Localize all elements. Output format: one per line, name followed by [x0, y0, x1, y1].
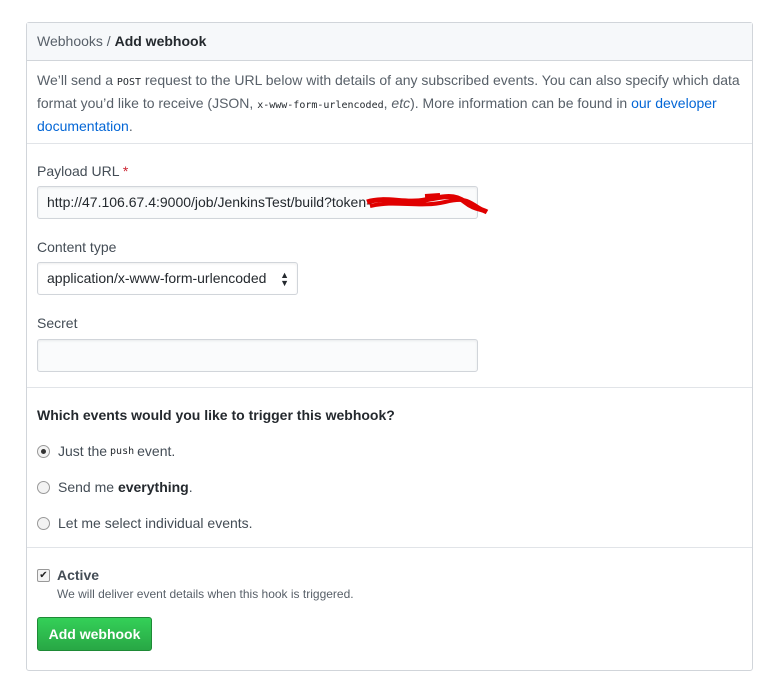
radio-push-event[interactable]: Just the push event.	[37, 443, 175, 459]
webhook-form-panel: Webhooks / Add webhook We’ll send a POST…	[26, 22, 753, 671]
intro-text: We’ll send a POST request to the URL bel…	[37, 72, 740, 134]
active-checkbox[interactable]: ✔	[37, 569, 50, 582]
redaction-scribble	[366, 193, 489, 215]
add-webhook-button[interactable]: Add webhook	[37, 617, 152, 651]
active-description: We will deliver event details when this …	[57, 587, 354, 601]
divider	[27, 143, 752, 144]
secret-label: Secret	[37, 315, 78, 331]
radio-unchecked-icon[interactable]	[37, 480, 50, 494]
secret-input[interactable]	[37, 339, 478, 372]
events-question: Which events would you like to trigger t…	[37, 407, 395, 423]
divider	[27, 547, 752, 548]
breadcrumb: Webhooks / Add webhook	[27, 23, 752, 61]
up-down-caret-icon: ▲ ▼	[280, 270, 289, 288]
radio-everything[interactable]: Send me everything.	[37, 479, 193, 495]
breadcrumb-webhooks-link[interactable]: Webhooks	[37, 33, 103, 49]
radio-unchecked-icon[interactable]	[37, 516, 50, 530]
radio-checked-icon[interactable]	[37, 444, 50, 458]
breadcrumb-current: Add webhook	[114, 33, 207, 49]
breadcrumb-separator: /	[102, 33, 115, 49]
content-type-label: Content type	[37, 239, 117, 255]
active-label: Active	[57, 567, 100, 583]
radio-individual-events[interactable]: Let me select individual events.	[37, 515, 253, 531]
content-type-select[interactable]: application/x-www-form-urlencoded ▲ ▼	[37, 262, 298, 295]
divider	[27, 387, 752, 388]
payload-url-label: Payload URL *	[37, 163, 129, 179]
